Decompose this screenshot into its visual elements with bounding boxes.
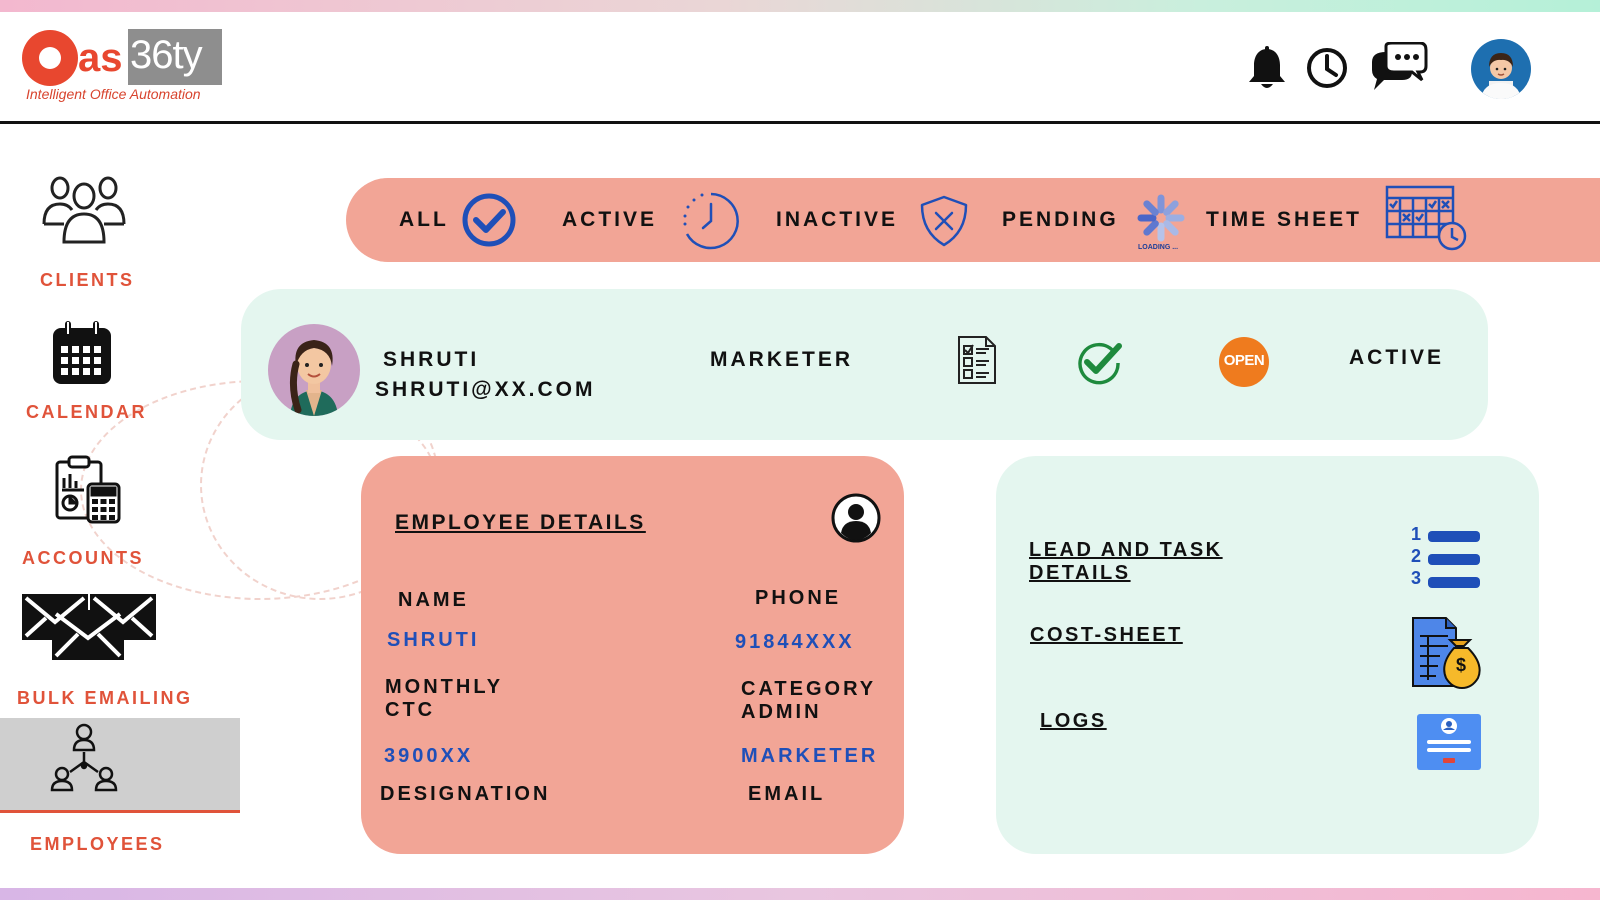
accounts-icon xyxy=(54,454,122,526)
login-screen-icon[interactable] xyxy=(1417,714,1481,770)
filter-label: ACTIVE xyxy=(562,208,658,231)
category-value: MARKETER xyxy=(741,745,879,767)
ctc-label-line1: MONTHLY xyxy=(385,676,504,698)
logo[interactable]: as 36ty Intelligent Office Automation xyxy=(0,0,240,110)
category-label-line2: ADMIN xyxy=(741,701,822,723)
sidebar-item-label: ACCOUNTS xyxy=(22,548,144,568)
logo-text-36ty: 36ty xyxy=(130,33,203,77)
header-divider xyxy=(0,121,1600,124)
lead-task-link-line1[interactable]: LEAD AND TASK xyxy=(1029,539,1223,562)
top-gradient-bar xyxy=(0,0,1600,12)
filter-label: TIME SHEET xyxy=(1206,208,1363,231)
designation-label: DESIGNATION xyxy=(380,783,551,805)
list-bar xyxy=(1428,554,1480,565)
check-circle-icon xyxy=(460,191,518,249)
category-label-line1: CATEGORY xyxy=(741,678,877,700)
logo-text-as: as xyxy=(78,36,123,80)
list-bar xyxy=(1428,577,1480,588)
employee-avatar xyxy=(268,324,360,416)
sidebar-item-label: CALENDAR xyxy=(26,402,147,422)
open-badge[interactable]: OPEN xyxy=(1219,337,1269,387)
sidebar-item-employees[interactable]: EMPLOYEES xyxy=(0,718,240,863)
open-badge-label: OPEN xyxy=(1223,352,1265,369)
filter-tab-timesheet[interactable]: TIME SHEET xyxy=(1204,184,1474,256)
lead-task-link-line2[interactable]: DETAILS xyxy=(1029,562,1131,585)
filter-tab-all[interactable]: ALL xyxy=(396,188,526,252)
checklist-icon[interactable] xyxy=(956,334,998,386)
numbered-list-icon[interactable]: 1 2 3 xyxy=(1408,524,1482,592)
logo-box: 36ty xyxy=(128,29,222,85)
list-bar xyxy=(1428,531,1480,542)
filter-label: ALL xyxy=(399,208,449,231)
sidebar-item-label: BULK EMAILING xyxy=(17,688,193,708)
sidebar-item-label: CLIENTS xyxy=(40,270,135,290)
sidebar-item-bulk-emailing[interactable]: BULK EMAILING xyxy=(10,588,210,716)
employee-name: SHRUTI xyxy=(383,348,480,371)
mail-icon xyxy=(22,590,156,660)
logs-link[interactable]: LOGS xyxy=(1040,710,1107,733)
filter-tab-active[interactable]: ACTIVE xyxy=(560,188,750,252)
logo-o-mark xyxy=(22,30,78,86)
name-value: SHRUTI xyxy=(387,629,480,651)
sidebar-item-calendar[interactable]: CALENDAR xyxy=(20,316,170,428)
shield-x-icon xyxy=(918,194,970,248)
phone-label: PHONE xyxy=(755,587,842,609)
currency-symbol: $ xyxy=(1456,655,1467,675)
cost-sheet-link[interactable]: COST-SHEET xyxy=(1030,624,1183,647)
name-label: NAME xyxy=(398,589,469,611)
timesheet-icon xyxy=(1384,184,1468,254)
ctc-value: 3900XX xyxy=(384,745,474,767)
logo-tagline: Intelligent Office Automation xyxy=(26,86,201,102)
list-number: 1 xyxy=(1411,524,1422,544)
employee-details-title[interactable]: EMPLOYEE DETAILS xyxy=(395,511,646,535)
sidebar-item-label: EMPLOYEES xyxy=(30,834,165,854)
filter-label: INACTIVE xyxy=(776,208,899,231)
bottom-gradient-bar xyxy=(0,888,1600,900)
employee-status: ACTIVE xyxy=(1349,346,1445,369)
clients-icon xyxy=(40,174,128,246)
profile-icon[interactable] xyxy=(831,493,881,543)
approved-check-icon[interactable] xyxy=(1076,340,1122,386)
filter-label: PENDING xyxy=(1002,208,1119,231)
list-number: 2 xyxy=(1411,546,1422,566)
sidebar-item-clients[interactable]: CLIENTS xyxy=(20,170,170,295)
loading-label: LOADING ... xyxy=(1138,244,1179,251)
chat-icon[interactable] xyxy=(1366,41,1428,94)
timer-icon xyxy=(680,190,742,252)
filter-tab-pending[interactable]: PENDING LOADING ... xyxy=(1000,186,1192,256)
list-number: 3 xyxy=(1411,568,1422,588)
calendar-icon xyxy=(50,320,114,386)
email-label: EMAIL xyxy=(748,783,826,805)
sidebar-item-accounts[interactable]: ACCOUNTS xyxy=(10,452,170,572)
filter-tab-inactive[interactable]: INACTIVE xyxy=(774,188,974,252)
ctc-label-line2: CTC xyxy=(385,699,436,721)
employee-role: MARKETER xyxy=(710,348,853,371)
employees-icon xyxy=(50,722,118,792)
employee-email: SHRUTI@XX.COM xyxy=(375,378,596,401)
user-avatar[interactable] xyxy=(1471,39,1531,99)
loading-spinner-icon xyxy=(1134,192,1188,244)
bell-icon[interactable] xyxy=(1246,46,1288,92)
clock-icon[interactable] xyxy=(1305,46,1349,90)
phone-value: 91844XXX xyxy=(735,631,855,653)
cost-sheet-icon[interactable]: $ xyxy=(1410,616,1484,690)
